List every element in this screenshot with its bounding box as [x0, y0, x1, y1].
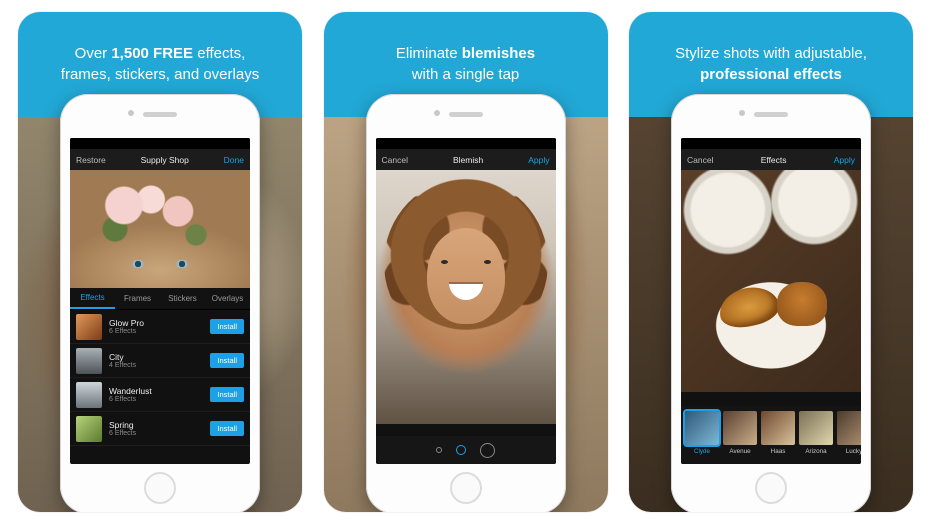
- nav-cancel[interactable]: Cancel: [382, 155, 408, 165]
- banner-line2: frames, stickers, and overlays: [61, 65, 259, 85]
- tab-overlays[interactable]: Overlays: [205, 289, 250, 308]
- pack-name: City: [109, 352, 210, 362]
- pack-thumb: [76, 382, 102, 408]
- banner-text: Over: [75, 45, 112, 62]
- camera-dot: [128, 110, 134, 116]
- pack-name: Wanderlust: [109, 386, 210, 396]
- effect-label: Haas: [761, 448, 795, 455]
- app-screen-effects: Cancel Effects Apply Clyde Avenue: [681, 138, 861, 464]
- nav-done[interactable]: Done: [224, 155, 244, 165]
- status-bar: [70, 138, 250, 149]
- phone-frame: Restore Supply Shop Done Effects Frames …: [60, 94, 260, 512]
- pack-sub: 4 Effects: [109, 362, 210, 369]
- effect-label: Avenue: [723, 448, 757, 455]
- brush-size-bar: [376, 436, 556, 464]
- nav-apply[interactable]: Apply: [528, 155, 549, 165]
- status-bar: [376, 138, 556, 149]
- effects-strip[interactable]: Clyde Avenue Haas Arizona Lucky: [681, 406, 861, 464]
- edit-canvas[interactable]: [681, 170, 861, 392]
- pack-thumb: [76, 348, 102, 374]
- nav-apply[interactable]: Apply: [834, 155, 855, 165]
- banner-text: Eliminate: [396, 45, 462, 62]
- brush-size-small[interactable]: [436, 447, 442, 453]
- promo-card-1: Over 1,500 FREE effects, frames, sticker…: [18, 12, 302, 512]
- effect-thumb: [837, 411, 861, 445]
- nav-bar: Cancel Effects Apply: [681, 149, 861, 170]
- install-button[interactable]: Install: [210, 387, 244, 402]
- effect-label: Clyde: [685, 448, 719, 455]
- pack-list: Glow Pro 6 Effects Install City 4 Effect…: [70, 310, 250, 446]
- nav-cancel[interactable]: Cancel: [687, 155, 713, 165]
- promo-card-2: Eliminate blemishes with a single tap Ca…: [324, 12, 608, 512]
- promo-card-3: Stylize shots with adjustable, professio…: [629, 12, 913, 512]
- status-bar: [681, 138, 861, 149]
- home-button[interactable]: [755, 472, 787, 504]
- pack-sub: 6 Effects: [109, 396, 210, 403]
- tab-frames[interactable]: Frames: [115, 289, 160, 308]
- effect-label: Arizona: [799, 448, 833, 455]
- pack-name: Spring: [109, 420, 210, 430]
- pack-row[interactable]: Wanderlust 6 Effects Install: [70, 378, 250, 412]
- camera-dot: [434, 110, 440, 116]
- banner-bold: blemishes: [462, 45, 535, 62]
- app-screen-blemish: Cancel Blemish Apply: [376, 138, 556, 464]
- effect-thumb: [799, 411, 833, 445]
- effect-thumb: [761, 411, 795, 445]
- camera-dot: [739, 110, 745, 116]
- banner-bold: 1,500 FREE: [111, 45, 193, 62]
- effect-swatch[interactable]: Lucky: [837, 411, 861, 455]
- brush-size-medium[interactable]: [456, 445, 466, 455]
- category-tabs: Effects Frames Stickers Overlays: [70, 288, 250, 310]
- pack-row[interactable]: City 4 Effects Install: [70, 344, 250, 378]
- pack-thumb: [76, 416, 102, 442]
- banner-text: effects,: [193, 45, 245, 62]
- nav-restore[interactable]: Restore: [76, 155, 106, 165]
- home-button[interactable]: [450, 472, 482, 504]
- effect-swatch[interactable]: Avenue: [723, 411, 757, 455]
- effect-swatch[interactable]: Haas: [761, 411, 795, 455]
- tab-effects[interactable]: Effects: [70, 288, 115, 309]
- banner-text: Stylize shots with adjustable,: [675, 44, 867, 64]
- nav-title: Effects: [761, 155, 787, 165]
- home-button[interactable]: [144, 472, 176, 504]
- effect-swatch[interactable]: Arizona: [799, 411, 833, 455]
- brush-size-large[interactable]: [480, 443, 495, 458]
- pack-sub: 6 Effects: [109, 328, 210, 335]
- effect-label: Lucky: [837, 448, 861, 455]
- effect-thumb: [723, 411, 757, 445]
- nav-title: Blemish: [453, 155, 483, 165]
- install-button[interactable]: Install: [210, 421, 244, 436]
- install-button[interactable]: Install: [210, 353, 244, 368]
- tab-stickers[interactable]: Stickers: [160, 289, 205, 308]
- effect-swatch[interactable]: Clyde: [685, 411, 719, 455]
- banner-bold: professional effects: [700, 66, 842, 83]
- phone-frame: Cancel Blemish Apply: [366, 94, 566, 512]
- pack-row[interactable]: Glow Pro 6 Effects Install: [70, 310, 250, 344]
- pack-thumb: [76, 314, 102, 340]
- shop-hero-image: [70, 170, 250, 288]
- pack-sub: 6 Effects: [109, 430, 210, 437]
- phone-frame: Cancel Effects Apply Clyde Avenue: [671, 94, 871, 512]
- pack-name: Glow Pro: [109, 318, 210, 328]
- nav-title: Supply Shop: [141, 155, 189, 165]
- effect-thumb: [685, 411, 719, 445]
- nav-bar: Cancel Blemish Apply: [376, 149, 556, 170]
- install-button[interactable]: Install: [210, 319, 244, 334]
- pack-row[interactable]: Spring 6 Effects Install: [70, 412, 250, 446]
- edit-canvas[interactable]: [376, 170, 556, 424]
- banner-line2: with a single tap: [412, 65, 520, 85]
- app-screen-supply-shop: Restore Supply Shop Done Effects Frames …: [70, 138, 250, 464]
- nav-bar: Restore Supply Shop Done: [70, 149, 250, 170]
